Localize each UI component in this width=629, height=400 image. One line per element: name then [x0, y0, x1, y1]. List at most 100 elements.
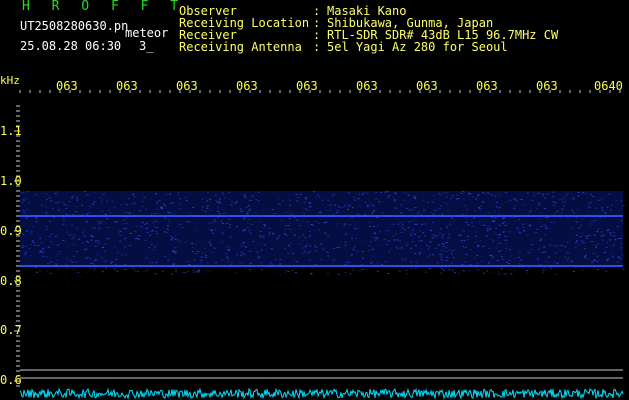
- power-trace: [19, 387, 624, 400]
- noise-speck: [273, 212, 276, 214]
- noise-speck: [429, 268, 432, 269]
- noise-speck: [270, 248, 273, 250]
- noise-speck: [321, 199, 324, 201]
- noise-speck: [50, 241, 53, 242]
- noise-speck: [530, 209, 533, 211]
- noise-speck: [287, 252, 290, 254]
- noise-speck: [571, 227, 574, 229]
- noise-speck: [516, 228, 519, 230]
- noise-speck: [229, 224, 232, 226]
- noise-speck: [49, 236, 51, 238]
- noise-speck: [129, 233, 132, 234]
- noise-speck: [501, 268, 504, 270]
- noise-speck: [25, 197, 28, 199]
- noise-speck: [132, 194, 135, 196]
- noise-speck: [246, 212, 249, 214]
- noise-speck: [498, 193, 501, 195]
- noise-speck: [513, 207, 516, 209]
- noise-speck: [101, 271, 104, 273]
- noise-speck: [122, 223, 125, 225]
- x-tick-label-6: 063: [356, 79, 378, 93]
- noise-speck: [250, 224, 253, 226]
- x-tick-label-9: 063: [536, 79, 558, 93]
- noise-speck: [65, 213, 68, 215]
- noise-speck: [446, 251, 449, 253]
- noise-speck: [401, 224, 404, 226]
- noise-speck: [106, 218, 109, 220]
- noise-speck: [474, 210, 477, 212]
- noise-speck: [356, 251, 359, 253]
- noise-speck: [344, 272, 347, 274]
- noise-speck: [515, 200, 518, 202]
- noise-speck: [362, 251, 365, 252]
- noise-speck: [305, 244, 308, 246]
- noise-speck: [344, 241, 347, 243]
- noise-speck: [368, 221, 371, 223]
- noise-speck: [605, 270, 608, 272]
- noise-speck: [287, 271, 290, 272]
- noise-speck: [154, 246, 157, 248]
- noise-speck: [243, 253, 246, 255]
- noise-speck: [609, 232, 612, 234]
- noise-speck: [163, 231, 166, 233]
- noise-speck: [260, 269, 263, 271]
- noise-speck: [279, 259, 282, 261]
- noise-speck: [444, 202, 447, 203]
- noise-speck: [410, 231, 413, 233]
- noise-speck: [158, 200, 161, 202]
- date-time: 25.08.28 06:30: [20, 39, 122, 53]
- noise-speck: [617, 257, 620, 259]
- noise-speck: [86, 213, 89, 215]
- noise-speck: [451, 195, 454, 197]
- noise-speck: [210, 229, 213, 231]
- noise-speck: [64, 204, 67, 206]
- noise-speck: [284, 225, 287, 227]
- noise-speck: [392, 224, 395, 225]
- noise-speck: [394, 207, 397, 209]
- noise-speck: [536, 228, 539, 230]
- noise-speck: [597, 243, 600, 244]
- noise-speck: [326, 272, 329, 274]
- noise-speck: [487, 226, 490, 228]
- noise-speck: [211, 222, 214, 224]
- noise-speck: [334, 204, 337, 206]
- noise-speck: [486, 230, 489, 232]
- noise-speck: [71, 238, 74, 240]
- noise-speck: [68, 201, 71, 203]
- noise-speck: [595, 246, 597, 248]
- noise-speck: [473, 217, 476, 219]
- noise-speck: [343, 225, 346, 227]
- noise-speck: [101, 199, 104, 201]
- noise-speck: [114, 221, 117, 223]
- noise-speck: [589, 202, 592, 204]
- noise-speck: [319, 212, 322, 214]
- noise-speck: [522, 204, 525, 206]
- noise-speck: [400, 247, 403, 249]
- noise-speck: [174, 238, 177, 240]
- noise-speck: [386, 243, 389, 245]
- noise-speck: [584, 254, 587, 256]
- noise-speck: [49, 201, 52, 203]
- noise-speck: [371, 212, 374, 214]
- noise-speck: [170, 203, 173, 205]
- noise-speck: [355, 238, 358, 240]
- noise-speck: [418, 240, 421, 242]
- noise-speck: [193, 259, 196, 261]
- noise-speck: [432, 221, 435, 223]
- noise-speck: [307, 252, 310, 254]
- noise-speck: [590, 220, 593, 221]
- noise-speck: [591, 261, 594, 263]
- noise-speck: [469, 249, 472, 251]
- noise-speck: [55, 191, 58, 193]
- noise-speck: [272, 232, 275, 234]
- noise-speck: [622, 268, 625, 270]
- noise-speck: [387, 273, 390, 274]
- noise-speck: [166, 228, 169, 230]
- noise-speck: [23, 254, 26, 256]
- noise-speck: [597, 199, 600, 201]
- noise-speck: [65, 231, 68, 233]
- noise-speck: [206, 206, 209, 208]
- noise-speck: [55, 263, 58, 265]
- noise-speck: [94, 258, 97, 260]
- noise-speck: [75, 261, 78, 263]
